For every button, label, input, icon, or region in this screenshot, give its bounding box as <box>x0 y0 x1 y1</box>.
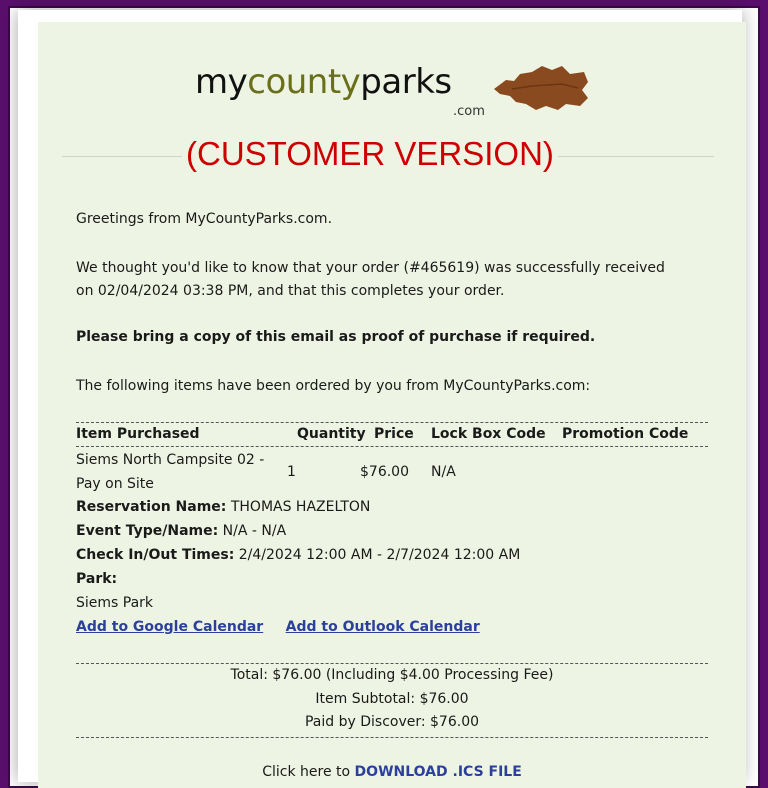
totals-top-divider <box>76 663 708 664</box>
download-ics-link[interactable]: DOWNLOAD .ICS FILE <box>355 764 522 780</box>
header-lock-box-code: Lock Box Code <box>431 426 546 442</box>
total-text: Total: $76.00 (Including $4.00 Processin… <box>230 667 554 683</box>
event-type-value: N/A - N/A <box>222 523 287 539</box>
reservation-name-row: Reservation Name: THOMAS HAZELTON <box>76 496 370 518</box>
park-value: Siems Park <box>76 595 154 611</box>
add-to-google-calendar-link[interactable]: Add to Google Calendar <box>76 619 263 635</box>
arrowhead-logo-icon <box>494 66 588 110</box>
item-subtotal-text: Item Subtotal: $76.00 <box>315 691 469 707</box>
park-label: Park: <box>76 571 118 587</box>
check-in-out-value: 2/4/2024 12:00 AM - 2/7/2024 12:00 AM <box>238 547 521 563</box>
header-price: Price <box>374 426 414 442</box>
reservation-name-label: Reservation Name: <box>76 499 227 515</box>
item-quantity: 1 <box>287 464 296 480</box>
header-promotion-code: Promotion Code <box>562 426 689 442</box>
download-prefix: Click here to <box>262 764 351 780</box>
table-top-divider <box>76 422 708 423</box>
check-in-out-row: Check In/Out Times: 2/4/2024 12:00 AM - … <box>76 544 520 566</box>
paid-by-text: Paid by Discover: $76.00 <box>304 714 480 730</box>
item-price: $76.00 <box>360 464 409 480</box>
items-intro: The following items have been ordered by… <box>76 378 591 394</box>
item-name-line-2: Pay on Site <box>76 476 154 492</box>
greeting-text: Greetings from MyCountyParks.com. <box>76 211 333 227</box>
logo-text-county: county <box>247 62 361 102</box>
calendar-links: Add to Google Calendar Add to Outlook Ca… <box>76 616 480 638</box>
header-item-purchased: Item Purchased <box>76 426 200 442</box>
event-type-label: Event Type/Name: <box>76 523 219 539</box>
logo-text-parks: parks <box>360 62 452 102</box>
customer-version-banner: (CUSTOMER VERSION) <box>182 135 558 173</box>
item-lock-box-code: N/A <box>431 464 456 480</box>
logo-text-my: my <box>195 62 248 102</box>
event-type-row: Event Type/Name: N/A - N/A <box>76 520 286 542</box>
totals-bottom-divider <box>76 737 708 738</box>
check-in-out-label: Check In/Out Times: <box>76 547 235 563</box>
add-to-outlook-calendar-link[interactable]: Add to Outlook Calendar <box>286 619 480 635</box>
download-row: Click here to DOWNLOAD .ICS FILE <box>76 764 708 780</box>
mycountyparks-logo[interactable]: mycountyparks .com <box>195 62 485 119</box>
order-line-1: We thought you'd like to know that your … <box>76 260 665 276</box>
header-quantity: Quantity <box>297 426 366 442</box>
reservation-name-value: THOMAS HAZELTON <box>230 499 371 515</box>
logo-text-com: .com <box>453 104 485 119</box>
order-line-2: on 02/04/2024 03:38 PM, and that this co… <box>76 283 505 299</box>
proof-notice: Please bring a copy of this email as pro… <box>76 329 596 345</box>
table-header-divider <box>76 446 708 447</box>
item-name-line-1: Siems North Campsite 02 - <box>76 452 265 468</box>
